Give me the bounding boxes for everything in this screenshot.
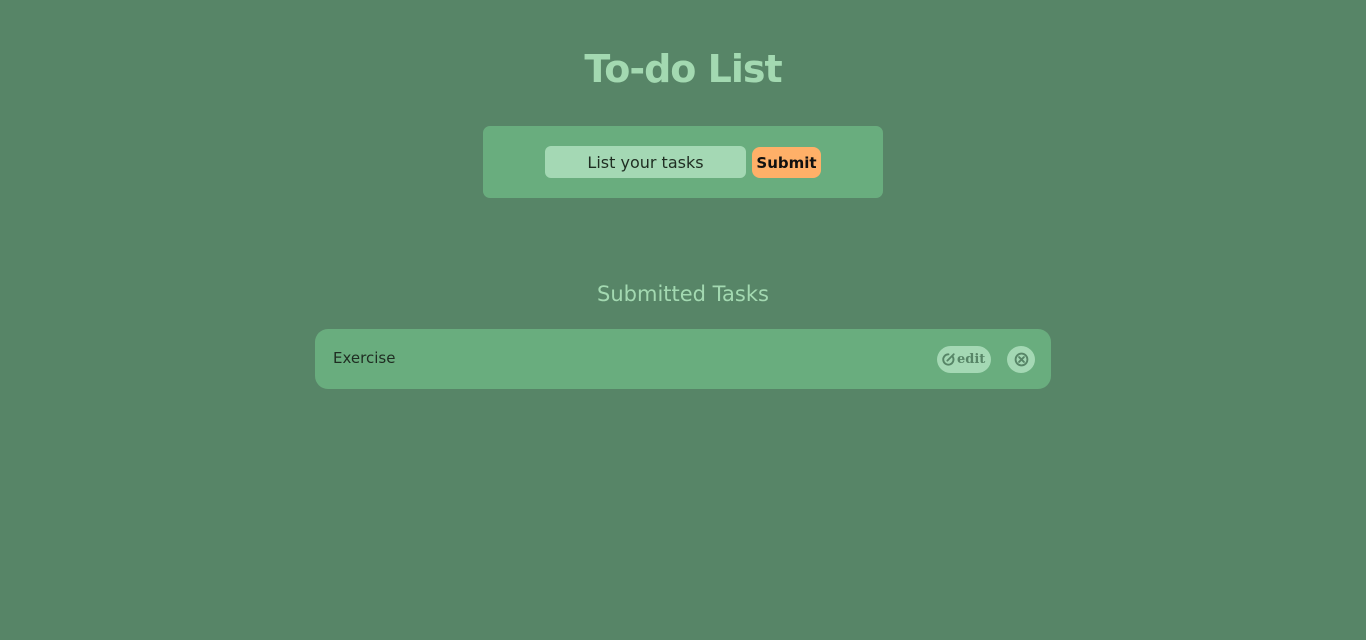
edit-icon	[942, 353, 955, 366]
todo-app: To-do List Submit Submitted Tasks Exerci…	[0, 0, 1366, 640]
delete-button[interactable]	[1007, 346, 1035, 373]
edit-button[interactable]: edit	[937, 346, 991, 373]
submit-button[interactable]: Submit	[752, 147, 821, 178]
task-form: Submit	[483, 126, 883, 198]
close-circle-icon	[1014, 352, 1028, 367]
page-title: To-do List	[584, 47, 782, 91]
edit-button-label: edit	[957, 352, 986, 367]
submitted-tasks-heading: Submitted Tasks	[597, 282, 769, 306]
task-input[interactable]	[545, 146, 746, 178]
task-text: Exercise	[333, 349, 396, 367]
task-item: Exercise edit	[315, 329, 1051, 389]
